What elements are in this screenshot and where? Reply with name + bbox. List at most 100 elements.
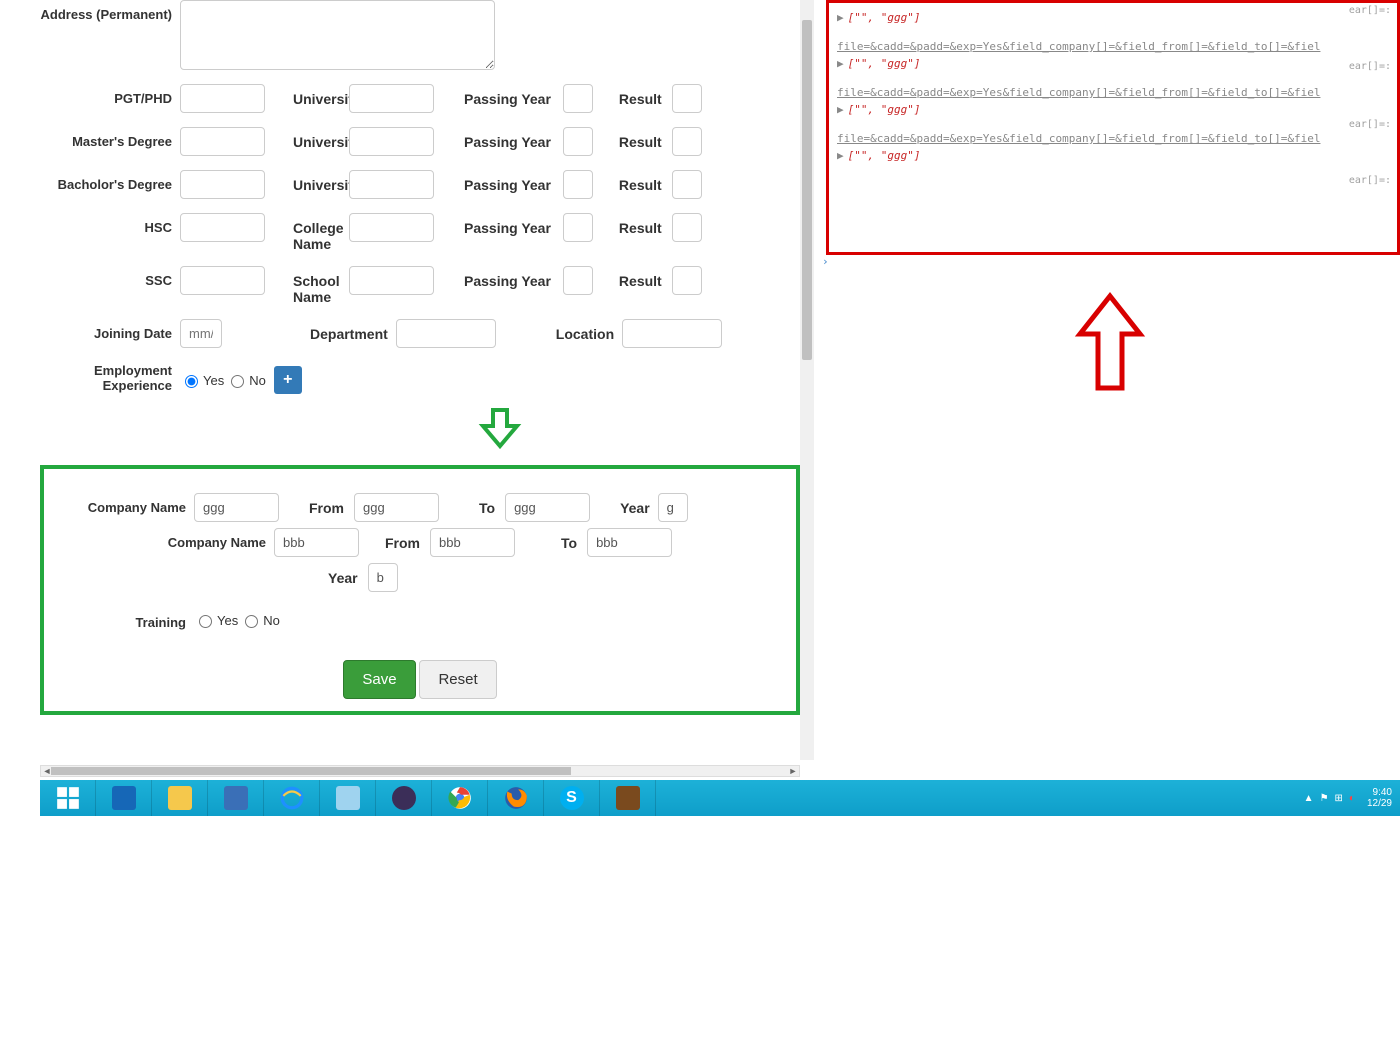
edu-result-input-1[interactable]: [672, 127, 702, 156]
from-label-1: From: [279, 493, 354, 516]
experience-section-highlight: Company Name From To Year Company Name F…: [40, 465, 800, 715]
edu-degree-input-3[interactable]: [180, 213, 265, 242]
edu-pass-input-3[interactable]: [563, 213, 593, 242]
joining-date-input[interactable]: [180, 319, 222, 348]
edu-degree-input-4[interactable]: [180, 266, 265, 295]
from-input-2[interactable]: [430, 528, 515, 557]
horizontal-scrollbar[interactable]: ◄ ►: [40, 765, 800, 777]
employment-label: Employment Experience: [40, 363, 180, 393]
javaee-icon[interactable]: [600, 780, 656, 816]
hscroll-right-arrow-icon[interactable]: ►: [787, 766, 799, 776]
edu-result-input-2[interactable]: [672, 170, 702, 199]
edu-degree-input-2[interactable]: [180, 170, 265, 199]
console-data-3: ▶["", "ggg"]: [837, 149, 1389, 162]
edu-inst-input-4[interactable]: [349, 266, 434, 295]
edu-result-label-2: Result: [619, 170, 662, 193]
firefox-icon[interactable]: [488, 780, 544, 816]
year-label-2: Year: [274, 563, 368, 586]
console-tail-2: ear[]=:: [1349, 119, 1391, 130]
vmware-icon[interactable]: [208, 780, 264, 816]
company-input-2[interactable]: [274, 528, 359, 557]
training-no-label: No: [263, 613, 280, 628]
to-label-1: To: [439, 493, 505, 516]
chrome-icon[interactable]: [432, 780, 488, 816]
year-input-2[interactable]: [368, 563, 398, 592]
training-label: Training: [54, 608, 194, 630]
console-url-3[interactable]: file=&cadd=&padd=&exp=Yes&field_company[…: [837, 132, 1389, 145]
to-input-2[interactable]: [587, 528, 672, 557]
from-input-1[interactable]: [354, 493, 439, 522]
ie-icon[interactable]: [264, 780, 320, 816]
network-icon[interactable]: ⊞: [1335, 793, 1343, 804]
add-experience-button[interactable]: +: [274, 366, 302, 394]
edu-result-input-0[interactable]: [672, 84, 702, 113]
to-input-1[interactable]: [505, 493, 590, 522]
start-button[interactable]: [40, 780, 96, 816]
status-icon[interactable]: ◐: [1349, 793, 1355, 804]
reset-button[interactable]: Reset: [419, 660, 496, 699]
from-label-2: From: [359, 528, 430, 551]
system-tray[interactable]: ▲ ⚑ ⊞ ◐ 9:40 12/29: [1296, 780, 1400, 816]
edu-degree-input-0[interactable]: [180, 84, 265, 113]
edu-inst-input-2[interactable]: [349, 170, 434, 199]
edu-pass-input-1[interactable]: [563, 127, 593, 156]
edu-pass-input-2[interactable]: [563, 170, 593, 199]
edu-pass-label-2: Passing Year: [464, 170, 551, 193]
eclipse-icon[interactable]: [376, 780, 432, 816]
console-url-1[interactable]: file=&cadd=&padd=&exp=Yes&field_company[…: [837, 40, 1389, 53]
location-label: Location: [496, 319, 622, 342]
skype-icon[interactable]: S: [544, 780, 600, 816]
notepad-icon[interactable]: [320, 780, 376, 816]
edu-result-label-1: Result: [619, 127, 662, 150]
department-label: Department: [282, 319, 396, 342]
taskbar-clock[interactable]: 9:40 12/29: [1367, 787, 1392, 809]
console-data-1: ▶["", "ggg"]: [837, 57, 1389, 70]
edu-inst-input-1[interactable]: [349, 127, 434, 156]
file-explorer-icon[interactable]: [152, 780, 208, 816]
powershell-icon[interactable]: [96, 780, 152, 816]
edu-degree-label-4: SSC: [40, 266, 180, 288]
tray-up-icon[interactable]: ▲: [1304, 793, 1314, 804]
experience-yes-label: Yes: [203, 373, 224, 388]
vertical-scrollbar[interactable]: [800, 0, 814, 760]
windows-taskbar: S ▲ ⚑ ⊞ ◐ 9:40 12/29: [40, 780, 1400, 816]
edu-inst-label-0: University: [293, 84, 349, 107]
save-button[interactable]: Save: [343, 660, 415, 699]
department-input[interactable]: [396, 319, 496, 348]
console-url-2[interactable]: file=&cadd=&padd=&exp=Yes&field_company[…: [837, 86, 1389, 99]
edu-degree-label-3: HSC: [40, 213, 180, 235]
console-prompt-icon[interactable]: ›: [822, 255, 1400, 268]
edu-degree-input-1[interactable]: [180, 127, 265, 156]
edu-pass-label-4: Passing Year: [464, 266, 551, 289]
training-yes-radio[interactable]: [199, 615, 212, 628]
flag-icon[interactable]: ⚑: [1320, 793, 1329, 804]
edu-pass-input-4[interactable]: [563, 266, 593, 295]
form-panel: Address (Permanent) PGT/PHDUniversityPas…: [40, 0, 800, 760]
edu-pass-input-0[interactable]: [563, 84, 593, 113]
edu-inst-input-3[interactable]: [349, 213, 434, 242]
edu-result-input-3[interactable]: [672, 213, 702, 242]
edu-inst-input-0[interactable]: [349, 84, 434, 113]
edu-pass-label-3: Passing Year: [464, 213, 551, 236]
year-input-1[interactable]: [658, 493, 688, 522]
edu-degree-label-1: Master's Degree: [40, 127, 180, 149]
console-tail-1: ear[]=:: [1349, 61, 1391, 72]
edu-inst-label-3: College Name: [293, 213, 349, 252]
training-yes-label: Yes: [217, 613, 238, 628]
address-textarea[interactable]: [180, 0, 495, 70]
company-input-1[interactable]: [194, 493, 279, 522]
edu-result-label-3: Result: [619, 213, 662, 236]
clock-time: 9:40: [1367, 787, 1392, 798]
edu-pass-label-0: Passing Year: [464, 84, 551, 107]
horizontal-scrollbar-thumb[interactable]: [51, 767, 571, 775]
edu-inst-label-1: University: [293, 127, 349, 150]
experience-no-radio[interactable]: [231, 375, 244, 388]
joining-label: Joining Date: [40, 319, 180, 341]
red-up-arrow-icon: [820, 288, 1400, 401]
edu-degree-label-0: PGT/PHD: [40, 84, 180, 106]
edu-result-input-4[interactable]: [672, 266, 702, 295]
training-no-radio[interactable]: [245, 615, 258, 628]
location-input[interactable]: [622, 319, 722, 348]
experience-yes-radio[interactable]: [185, 375, 198, 388]
vertical-scrollbar-thumb[interactable]: [802, 20, 812, 360]
